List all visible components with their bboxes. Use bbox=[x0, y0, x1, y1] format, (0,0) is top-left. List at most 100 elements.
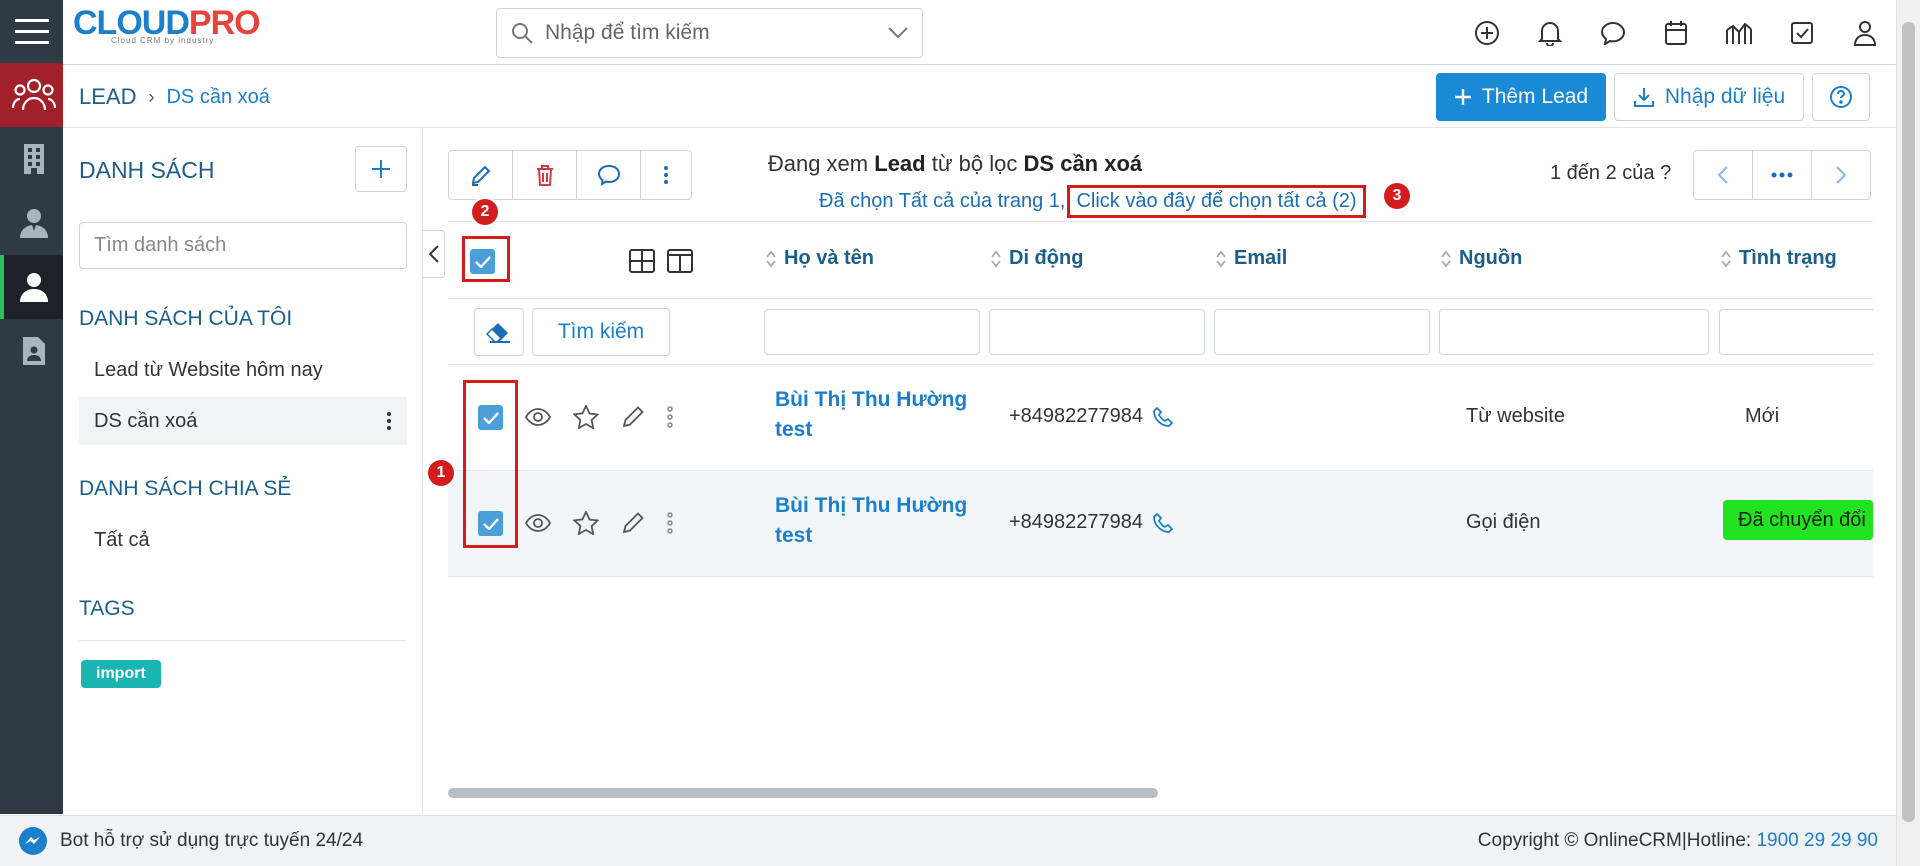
lead-name-link[interactable]: Bùi Thị Thu Hường test bbox=[775, 491, 975, 551]
filter-input-status[interactable] bbox=[1719, 309, 1873, 355]
reports-button[interactable] bbox=[1707, 0, 1770, 65]
tasks-button[interactable] bbox=[1770, 0, 1833, 65]
list-item-ds-can-xoa[interactable]: DS cần xoá bbox=[79, 397, 407, 445]
plus-icon bbox=[1454, 89, 1471, 105]
column-layout-icon[interactable] bbox=[667, 249, 693, 273]
rail-item-documents[interactable] bbox=[0, 319, 63, 383]
lead-person-icon bbox=[19, 273, 48, 302]
copyright-text: Copyright © OnlineCRM|Hotline: bbox=[1477, 830, 1752, 851]
menu-toggle[interactable] bbox=[0, 0, 63, 63]
eye-icon[interactable] bbox=[525, 514, 551, 532]
vertical-scrollbar[interactable] bbox=[1896, 0, 1920, 866]
list-item-all[interactable]: Tất cả bbox=[79, 516, 407, 564]
search-icon bbox=[512, 23, 533, 44]
tags-divider bbox=[79, 640, 407, 641]
mass-edit-button[interactable] bbox=[449, 151, 513, 199]
document-person-icon bbox=[22, 337, 45, 365]
sort-icon bbox=[766, 250, 776, 267]
more-actions-button[interactable] bbox=[641, 151, 691, 199]
table-search-button[interactable]: Tìm kiếm bbox=[532, 308, 670, 356]
star-icon[interactable] bbox=[573, 405, 599, 429]
chat-button[interactable] bbox=[1581, 0, 1644, 65]
download-icon bbox=[1633, 88, 1654, 107]
pencil-icon[interactable] bbox=[621, 511, 645, 535]
more-vertical-icon[interactable] bbox=[386, 411, 392, 431]
add-list-button[interactable] bbox=[355, 146, 407, 192]
calendar-button[interactable] bbox=[1644, 0, 1707, 65]
row-actions bbox=[525, 511, 673, 535]
pencil-icon[interactable] bbox=[621, 405, 645, 429]
phone-number: +84982277984 bbox=[1009, 511, 1144, 533]
rail-item-organizations[interactable] bbox=[0, 127, 63, 191]
prev-page-button[interactable] bbox=[1694, 151, 1753, 199]
rail-item-leads-group[interactable] bbox=[0, 63, 63, 127]
hamburger-icon bbox=[14, 18, 49, 44]
import-data-label: Nhập dữ liệu bbox=[1664, 85, 1786, 108]
left-rail bbox=[0, 0, 63, 814]
column-header-name[interactable]: Họ và tên bbox=[766, 247, 874, 270]
table-row[interactable]: Bùi Thị Thu Hường test +84982277984 Từ we… bbox=[448, 365, 1873, 471]
viewing-summary: Đang xem Lead từ bộ lọc DS cần xoá bbox=[700, 151, 1210, 177]
pager-total[interactable]: ? bbox=[1660, 162, 1671, 184]
quick-create-button[interactable] bbox=[1455, 0, 1518, 65]
cloudpro-logo[interactable]: CLOUDPRO Cloud CRM by industry bbox=[73, 4, 261, 45]
lead-name-link[interactable]: Bùi Thị Thu Hường test bbox=[775, 385, 975, 445]
my-lists-heading: DANH SÁCH CỦA TÔI bbox=[79, 307, 293, 330]
bot-text: Bot hỗ trợ sử dụng trực tuyến 24/24 bbox=[60, 830, 364, 851]
collapse-panel-button[interactable] bbox=[423, 230, 445, 278]
list-panel: DANH SÁCH Tìm danh sách DANH SÁCH CỦA TÔ… bbox=[63, 129, 423, 814]
page-jump-button[interactable] bbox=[1753, 151, 1812, 199]
profile-button[interactable] bbox=[1833, 0, 1896, 65]
more-vertical-icon[interactable] bbox=[667, 512, 673, 534]
mass-delete-button[interactable] bbox=[513, 151, 577, 199]
add-circle-icon bbox=[1474, 20, 1499, 45]
filter-input-mobile[interactable] bbox=[989, 309, 1205, 355]
lead-status: Mới bbox=[1745, 405, 1780, 427]
filter-input-name[interactable] bbox=[764, 309, 980, 355]
select-all-link[interactable]: Click vào đây để chọn tất cả (2) bbox=[1067, 185, 1366, 218]
rail-item-leads[interactable] bbox=[0, 255, 63, 319]
table-row[interactable]: Bùi Thị Thu Hường test +84982277984 Gọi đ… bbox=[448, 471, 1873, 577]
column-header-mobile[interactable]: Di động bbox=[991, 247, 1083, 270]
eye-icon[interactable] bbox=[525, 408, 551, 426]
add-lead-label: Thêm Lead bbox=[1481, 85, 1589, 108]
mass-comment-button[interactable] bbox=[577, 151, 641, 199]
footer: Bot hỗ trợ sử dụng trực tuyến 24/24 Copy… bbox=[0, 815, 1896, 866]
table-header: Họ và tên Di động Email Nguồn Tình trạng bbox=[448, 221, 1873, 299]
phone-icon[interactable] bbox=[1153, 512, 1174, 533]
bell-icon bbox=[1537, 21, 1562, 46]
lead-name-line2: test bbox=[775, 418, 813, 441]
support-bot[interactable]: Bot hỗ trợ sử dụng trực tuyến 24/24 bbox=[18, 826, 363, 856]
viewing-mid: từ bộ lọc bbox=[931, 151, 1018, 176]
rail-item-contacts[interactable] bbox=[0, 191, 63, 255]
list-item-website-today[interactable]: Lead từ Website hôm nay bbox=[79, 346, 407, 394]
list-search-input[interactable]: Tìm danh sách bbox=[79, 222, 407, 269]
notifications-button[interactable] bbox=[1518, 0, 1581, 65]
scrollbar-thumb[interactable] bbox=[1902, 22, 1915, 822]
search-input[interactable]: Nhập để tìm kiếm bbox=[545, 21, 888, 45]
star-icon[interactable] bbox=[573, 511, 599, 535]
breadcrumb-root[interactable]: LEAD bbox=[79, 84, 136, 110]
horizontal-scrollbar[interactable] bbox=[448, 788, 1158, 798]
next-page-button[interactable] bbox=[1812, 151, 1870, 199]
help-icon bbox=[1830, 86, 1852, 108]
import-data-button[interactable]: Nhập dữ liệu bbox=[1614, 73, 1804, 121]
filter-input-source[interactable] bbox=[1439, 309, 1709, 355]
global-search[interactable]: Nhập để tìm kiếm bbox=[496, 8, 923, 58]
hotline-link[interactable]: 1900 29 29 90 bbox=[1756, 830, 1878, 851]
tag-import[interactable]: import bbox=[81, 660, 161, 688]
column-header-status[interactable]: Tình trạng bbox=[1721, 247, 1837, 270]
chevron-down-icon[interactable] bbox=[888, 27, 908, 39]
grid-view-icon[interactable] bbox=[629, 249, 655, 273]
more-vertical-icon[interactable] bbox=[667, 406, 673, 428]
column-header-source[interactable]: Nguồn bbox=[1441, 247, 1522, 270]
add-lead-button[interactable]: Thêm Lead bbox=[1436, 73, 1606, 121]
breadcrumb-current[interactable]: DS cần xoá bbox=[166, 86, 269, 109]
pager-range: 1 đến 2 của bbox=[1550, 162, 1655, 184]
filter-input-email[interactable] bbox=[1214, 309, 1430, 355]
users-group-icon bbox=[11, 78, 56, 111]
help-button[interactable] bbox=[1812, 73, 1870, 121]
clear-filter-button[interactable] bbox=[474, 308, 524, 356]
column-header-email[interactable]: Email bbox=[1216, 247, 1287, 270]
phone-icon[interactable] bbox=[1153, 406, 1174, 427]
